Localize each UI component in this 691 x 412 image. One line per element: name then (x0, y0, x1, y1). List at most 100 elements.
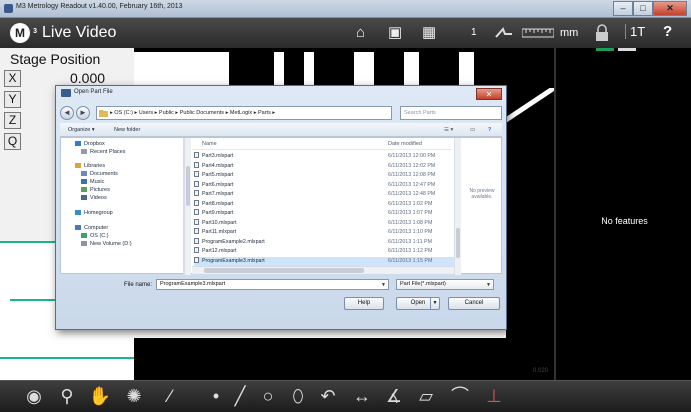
dialog-close-button[interactable]: ✕ (476, 88, 502, 100)
nav-item[interactable]: Dropbox (75, 141, 105, 147)
file-row[interactable]: Part4.mlxpart 6/11/2013 12:02 PM (194, 161, 456, 171)
file-row[interactable]: Part6.mlxpart 6/11/2013 12:47 PM (194, 180, 456, 190)
drive-icon (81, 233, 87, 238)
nav-item[interactable]: Libraries (75, 163, 105, 169)
file-icon (194, 180, 199, 187)
name-column-header[interactable]: Name (202, 138, 217, 150)
horizontal-scroll-thumb[interactable] (204, 268, 364, 273)
file-row[interactable]: ProgramExample2.mlxpart 6/11/2013 1:11 PM (194, 237, 456, 247)
axis-q-button[interactable]: Q (4, 133, 21, 150)
nav-item[interactable]: Documents (81, 171, 118, 177)
dialog-title: Open Part File (74, 89, 113, 95)
app-window: M3 Metrology Readout v1.40.00, February … (0, 0, 691, 412)
back-button[interactable]: ◄ (60, 106, 74, 120)
distance-icon[interactable]: ↔ (350, 385, 374, 407)
nav-item[interactable]: Computer (75, 225, 108, 231)
nav-item[interactable]: Homegroup (75, 210, 113, 216)
nav-item[interactable]: Videos (81, 195, 107, 201)
arc-icon[interactable]: ↶ (316, 385, 340, 407)
nav-item-label: Dropbox (84, 141, 105, 147)
lock-icon[interactable] (595, 24, 609, 42)
file-row[interactable]: Part7.mlxpart 6/11/2013 12:48 PM (194, 190, 456, 199)
m3-logo: M3 (10, 23, 37, 43)
probe-icon[interactable]: ◉ (22, 385, 46, 407)
circle-icon[interactable]: ○ (256, 385, 280, 407)
organize-menu[interactable]: Organize ▾ (68, 123, 95, 137)
cancel-button[interactable]: Cancel (448, 297, 500, 310)
point-icon[interactable]: • (204, 385, 228, 407)
chevron-down-icon[interactable]: ▼ (430, 298, 439, 309)
file-row[interactable]: Part5.mlxpart 6/11/2013 12:08 PM (194, 171, 456, 180)
file-name: Part3.mlxpart (202, 153, 234, 159)
file-date: 6/11/2013 1:11 PM (388, 238, 432, 245)
file-row[interactable]: ProgramExample3.mlxpart 6/11/2013 1:15 PM (194, 256, 456, 266)
file-scroll-thumb[interactable] (456, 228, 460, 258)
file-name: Part11.mlxpart (202, 229, 237, 235)
file-row[interactable]: Part12.mlxpart 6/11/2013 1:12 PM (194, 247, 456, 256)
ruler-icon[interactable] (522, 28, 554, 38)
grid-icon[interactable]: ▦ (422, 24, 436, 42)
file-row[interactable]: Part10.mlxpart 6/11/2013 1:08 PM (194, 218, 456, 228)
video-pattern-bar (506, 92, 554, 338)
file-name-input[interactable]: ProgramExample3.mlxpart ▼ (156, 279, 389, 290)
horizontal-scrollbar[interactable] (192, 266, 454, 274)
video-pattern-bar (229, 48, 274, 86)
nav-item[interactable]: Pictures (81, 187, 110, 193)
chevron-down-icon[interactable]: ▼ (486, 281, 491, 290)
date-column-header[interactable]: Date modified (388, 138, 422, 150)
file-name: Part6.mlxpart (202, 181, 234, 188)
datum-icon[interactable]: ⊥ (482, 385, 506, 407)
maximize-button[interactable]: □ (633, 1, 653, 16)
one-t-button[interactable]: 1T (625, 24, 645, 39)
axis-z-button[interactable]: Z (4, 112, 21, 129)
file-name: Part8.mlxpart (202, 200, 234, 207)
nav-item[interactable]: OS (C:) (81, 233, 109, 239)
help-button-dialog[interactable]: Help (344, 297, 384, 310)
nav-scroll-thumb[interactable] (186, 166, 190, 206)
minimize-button[interactable]: – (613, 1, 633, 16)
file-row[interactable]: Part9.mlxpart 6/11/2013 1:07 PM (194, 209, 456, 218)
videos-icon (81, 195, 87, 200)
axis-y-button[interactable]: Y (4, 91, 21, 108)
nav-scrollbar[interactable] (184, 138, 191, 275)
video-pattern-bar (314, 48, 354, 86)
curve-icon[interactable]: ⌒ (448, 385, 472, 407)
file-scrollbar[interactable] (454, 138, 461, 275)
file-row[interactable]: Part8.mlxpart 6/11/2013 1:02 PM (194, 199, 456, 209)
help-icon[interactable]: ? (488, 123, 491, 137)
new-folder-button[interactable]: New folder (114, 123, 140, 137)
nav-item[interactable]: New Volume (D:) (81, 241, 132, 247)
line-icon[interactable]: ╱ (228, 385, 252, 407)
undo-arrow-icon[interactable] (493, 25, 515, 41)
home-icon[interactable]: ⌂ (356, 24, 365, 42)
file-row[interactable]: Part3.mlxpart 6/11/2013 12:00 PM (194, 152, 456, 161)
hand-icon[interactable]: ✋ (88, 385, 112, 407)
file-icon (194, 161, 199, 168)
video-icon[interactable]: ▣ (388, 24, 402, 42)
angle-icon[interactable]: ∡ (382, 385, 406, 407)
nav-item[interactable]: Music (81, 179, 104, 185)
file-row[interactable]: Part11.mlxpart 6/11/2013 1:10 PM (194, 228, 456, 237)
close-window-button[interactable]: ✕ (653, 1, 687, 16)
light-icon[interactable]: ✺ (122, 385, 146, 407)
file-type-select[interactable]: Part File(*.mlxpart) ▼ (396, 279, 494, 290)
zoom-icon[interactable]: ⚲ (55, 385, 79, 407)
search-input[interactable]: Search Parts (400, 106, 502, 120)
file-type-value: Part File(*.mlxpart) (400, 281, 446, 287)
nav-item[interactable]: Recent Places (81, 149, 125, 155)
preview-pane-icon[interactable]: ▭ (470, 123, 475, 137)
view-options-icon[interactable]: ☰ ▾ (444, 123, 453, 137)
file-icon (194, 190, 199, 196)
units-label[interactable]: mm (560, 27, 578, 39)
pen-icon[interactable]: ∕ (158, 385, 182, 407)
rectangle-icon[interactable]: ▱ (414, 385, 438, 407)
axis-x-button[interactable]: X (4, 70, 21, 87)
chevron-down-icon[interactable]: ▼ (381, 281, 386, 290)
slot-icon[interactable]: ⬯ (286, 385, 310, 407)
open-button[interactable]: Open ▼ (396, 297, 440, 310)
nav-item-label: Recent Places (90, 149, 126, 155)
help-button[interactable]: ? (663, 23, 672, 40)
window-title-bar: M3 Metrology Readout v1.40.00, February … (0, 0, 691, 18)
address-bar[interactable]: ▸ OS (C:) ▸ Users ▸ Public ▸ Public Docu… (96, 106, 392, 120)
forward-button[interactable]: ► (76, 106, 90, 120)
